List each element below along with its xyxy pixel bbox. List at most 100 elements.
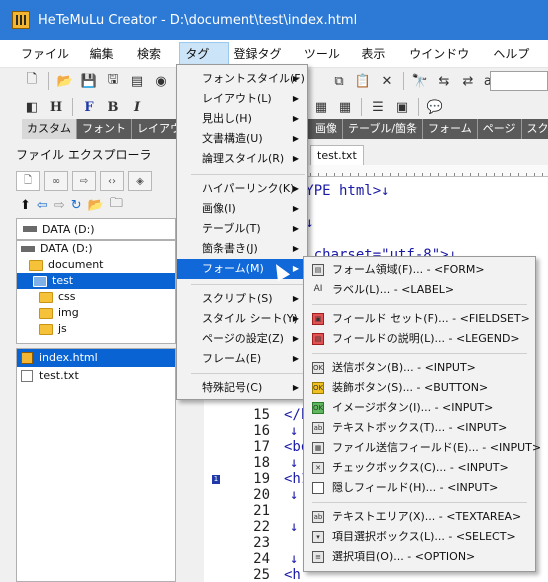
tree-node-css[interactable]: css [17, 289, 175, 305]
editor-tab-test-txt[interactable]: test.txt [310, 145, 364, 165]
submenu-item-image-button[interactable]: OK イメージボタン(I)... - <INPUT> [304, 398, 535, 418]
explorer-tag-tab-icon[interactable]: ‹› [100, 171, 124, 191]
tab-form[interactable]: フォーム [423, 119, 478, 139]
italic-button[interactable]: I [127, 97, 147, 117]
menu-edit[interactable]: 編集(E) [85, 42, 132, 85]
back-icon[interactable]: ⇦ [37, 198, 48, 213]
refresh-icon[interactable]: ↻ [71, 198, 82, 213]
menu-item-image[interactable]: 画像(I) ▶ [177, 199, 307, 219]
open-folder-icon[interactable]: 📂 [88, 198, 104, 213]
menu-item-table[interactable]: テーブル(T) ▶ [177, 219, 307, 239]
save-all-icon[interactable]: ▤ [127, 71, 147, 91]
tree-node-test[interactable]: test [17, 273, 175, 289]
font-button[interactable]: F [79, 97, 99, 117]
menu-separator [312, 353, 527, 354]
forward-icon[interactable]: ⇨ [54, 198, 65, 213]
menu-item-label: ハイパーリンク(K) [202, 182, 295, 195]
menu-item-special-chars[interactable]: 特殊記号(C) ▶ [177, 378, 307, 398]
line-number: 18 [253, 455, 270, 471]
submenu-item-textbox[interactable]: ab テキストボックス(T)... - <INPUT> [304, 418, 535, 438]
new-folder-icon[interactable]: 🗀 [110, 194, 123, 216]
submenu-item-hidden-field[interactable]: 隠しフィールド(H)... - <INPUT> [304, 478, 535, 498]
tree-node-js[interactable]: js [17, 321, 175, 337]
menu-item-label: レイアウト(L) [202, 92, 272, 105]
new-file-icon[interactable]: 🗋 [22, 71, 42, 91]
menu-item-font-style[interactable]: フォントスタイル(F) ▶ [177, 69, 307, 89]
save-as-icon[interactable]: 🖫 [103, 71, 123, 91]
tab-custom[interactable]: カスタム [22, 119, 77, 139]
menu-item-script[interactable]: スクリプト(S) ▶ [177, 289, 307, 309]
drive-select[interactable]: DATA (D:) [16, 218, 176, 240]
menu-window[interactable]: ウインドウ(W) [404, 42, 488, 85]
submenu-item-form-area[interactable]: ▤ フォーム領域(F)... - <FORM> [304, 260, 535, 280]
tab-table-list[interactable]: テーブル/箇条 [343, 119, 424, 139]
form-icon[interactable]: ▣ [392, 97, 412, 117]
explorer-files-tab-icon[interactable]: 🗋 [16, 171, 40, 191]
submenu-item-file-field[interactable]: ▦ ファイル送信フィールド(E)... - <INPUT> [304, 438, 541, 458]
tree-node-drive[interactable]: DATA (D:) [17, 241, 175, 257]
submenu-item-label[interactable]: AI ラベル(L)... - <LABEL> [304, 280, 535, 300]
menu-tag[interactable]: タグ(T) [179, 41, 229, 83]
menu-item-page-settings[interactable]: ページの設定(Z) ▶ [177, 329, 307, 349]
heading-button[interactable]: H [46, 97, 66, 117]
submenu-item-textarea[interactable]: ab テキストエリア(X)... - <TEXTAREA> [304, 507, 535, 527]
toolbar-separator [418, 98, 419, 116]
menu-view[interactable]: 表示(V) [356, 42, 404, 85]
menu-item-label: テーブル(T) [202, 222, 261, 235]
paste-icon[interactable]: 📋 [353, 71, 373, 91]
file-item-index-html[interactable]: index.html [17, 349, 175, 367]
submenu-item-option[interactable]: ≡ 選択項目(O)... - <OPTION> [304, 547, 535, 567]
menu-item-logical-style[interactable]: 論理スタイル(R) ▶ [177, 149, 307, 169]
file-item-test-txt[interactable]: test.txt [17, 367, 175, 385]
tree-node-document[interactable]: document [17, 257, 175, 273]
menu-item-style-sheet[interactable]: スタイル シート(Y) ▶ [177, 309, 307, 329]
find-next-icon[interactable]: ⇄ [458, 71, 478, 91]
menu-item-document-structure[interactable]: 文書構造(U) ▶ [177, 129, 307, 149]
menu-tools[interactable]: ツール(L) [299, 42, 356, 85]
save-icon[interactable]: 💾 [79, 71, 99, 91]
preview-icon[interactable]: ◉ [151, 71, 171, 91]
find-icon[interactable]: 🔭 [410, 71, 430, 91]
explorer-arrow-tab-icon[interactable]: ⇨ [72, 171, 96, 191]
menu-item-list[interactable]: 箇条書き(J) ▶ [177, 239, 307, 259]
copy-icon[interactable]: ⧉ [329, 71, 349, 91]
table-icon[interactable]: ▦ [335, 97, 355, 117]
submenu-item-fieldset[interactable]: ▣ フィールド セット(F)... - <FIELDSET> [304, 309, 535, 329]
toolbar-search-input[interactable] [490, 71, 548, 91]
tab-image[interactable]: 画像 [310, 119, 343, 139]
menu-item-frame[interactable]: フレーム(E) ▶ [177, 349, 307, 369]
up-folder-icon[interactable]: ⬆ [20, 198, 31, 213]
delete-icon[interactable]: ✕ [377, 71, 397, 91]
submenu-item-submit-button[interactable]: OK 送信ボタン(B)... - <INPUT> [304, 358, 535, 378]
tab-page[interactable]: ページ [478, 119, 522, 139]
menu-search[interactable]: 検索(S) [132, 42, 179, 85]
comment-icon[interactable]: 💬 [425, 97, 445, 117]
drive-select-value: DATA (D:) [42, 222, 95, 236]
tag-palette-icon[interactable]: ◧ [22, 97, 42, 117]
image-icon[interactable]: ▦ [311, 97, 331, 117]
find-prev-icon[interactable]: ⇆ [434, 71, 454, 91]
submenu-arrow-icon: ▶ [292, 74, 299, 83]
menu-file[interactable]: ファイル(F) [16, 42, 85, 85]
bold-button[interactable]: B [103, 97, 123, 117]
menu-registered-tag[interactable]: 登録タグ(U) [229, 42, 299, 85]
open-folder-icon[interactable]: 📂 [55, 71, 75, 91]
submenu-arrow-icon: ▶ [292, 334, 299, 343]
menu-item-hyperlink[interactable]: ハイパーリンク(K) ▶ [177, 179, 307, 199]
line-number: 19 [253, 471, 270, 487]
menu-help[interactable]: ヘルプ(H) [488, 42, 548, 85]
submenu-item-decorated-button[interactable]: OK 装飾ボタン(S)... - <BUTTON> [304, 378, 535, 398]
submenu-item-legend[interactable]: ▤ フィールドの説明(L)... - <LEGEND> [304, 329, 535, 349]
tree-node-img[interactable]: img [17, 305, 175, 321]
tab-script[interactable]: スクリプト [522, 119, 548, 139]
list-icon[interactable]: ☰ [368, 97, 388, 117]
menu-item-layout[interactable]: レイアウト(L) ▶ [177, 89, 307, 109]
menu-item-heading[interactable]: 見出し(H) ▶ [177, 109, 307, 129]
tab-font[interactable]: フォント [77, 119, 132, 139]
explorer-link-tab-icon[interactable]: ∞ [44, 171, 68, 191]
submenu-item-select[interactable]: ▾ 項目選択ボックス(L)... - <SELECT> [304, 527, 535, 547]
explorer-style-tab-icon[interactable]: ◈ [128, 171, 152, 191]
select-icon: ▾ [312, 531, 324, 543]
submenu-item-checkbox[interactable]: ✕ チェックボックス(C)... - <INPUT> [304, 458, 535, 478]
folder-icon [33, 275, 47, 287]
